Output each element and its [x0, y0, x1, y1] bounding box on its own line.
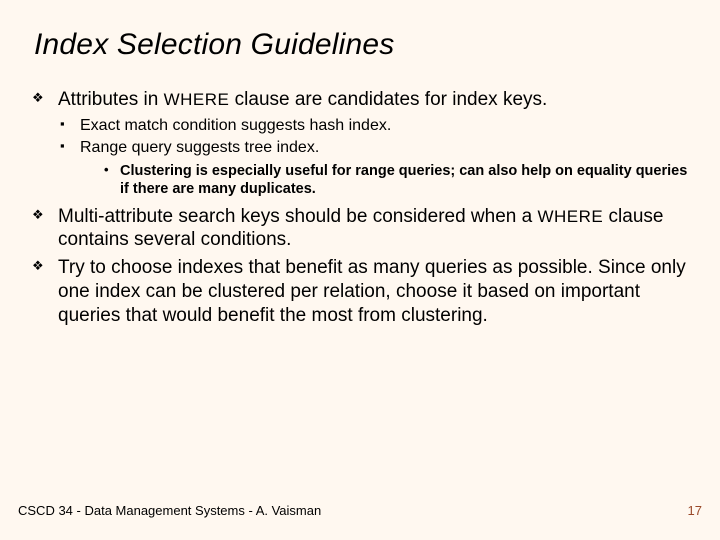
- footer: CSCD 34 - Data Management Systems - A. V…: [18, 503, 702, 518]
- bullet-text: clause are candidates for index keys.: [229, 89, 547, 110]
- list-item: Exact match condition suggests hash inde…: [58, 116, 690, 137]
- bullet-text: Multi-attribute search keys should be co…: [58, 206, 537, 227]
- where-keyword: WHERE: [537, 207, 603, 226]
- bullet-text: Try to choose indexes that benefit as ma…: [58, 257, 686, 326]
- footer-course: CSCD 34 - Data Management Systems - A. V…: [18, 503, 321, 518]
- bullet-text: Exact match condition suggests hash inde…: [80, 117, 391, 134]
- list-item: Clustering is especially useful for rang…: [80, 162, 690, 198]
- bullet-text: Clustering is especially useful for rang…: [120, 163, 687, 197]
- page-number: 17: [688, 503, 702, 518]
- bullet-text: Attributes in: [58, 89, 164, 110]
- list-item: Attributes in WHERE clause are candidate…: [30, 88, 690, 199]
- where-keyword: WHERE: [164, 90, 230, 109]
- bullet-list-level1: Attributes in WHERE clause are candidate…: [30, 88, 690, 327]
- list-item: Range query suggests tree index. Cluster…: [58, 138, 690, 199]
- bullet-list-level3: Clustering is especially useful for rang…: [80, 162, 690, 198]
- slide-title: Index Selection Guidelines: [34, 28, 690, 62]
- bullet-text: Range query suggests tree index.: [80, 139, 319, 156]
- bullet-list-level2: Exact match condition suggests hash inde…: [58, 116, 690, 199]
- list-item: Try to choose indexes that benefit as ma…: [30, 256, 690, 327]
- list-item: Multi-attribute search keys should be co…: [30, 205, 690, 253]
